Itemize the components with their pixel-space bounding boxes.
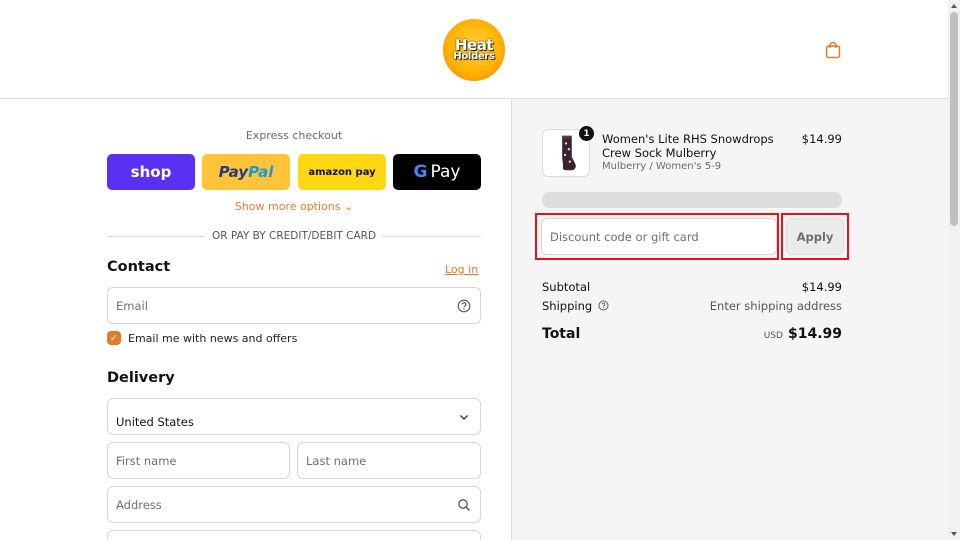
help-circle-icon[interactable] xyxy=(457,299,471,313)
subtotal-row: Subtotal $14.99 xyxy=(542,280,842,294)
help-circle-icon[interactable] xyxy=(598,300,609,311)
show-more-label: Show more options xyxy=(234,200,341,213)
page-scrollbar[interactable] xyxy=(948,0,960,540)
site-header: Heat Holders xyxy=(0,0,948,99)
search-icon[interactable] xyxy=(457,498,471,512)
loading-placeholder-bar xyxy=(542,192,842,208)
shipping-label-group: Shipping xyxy=(542,299,609,313)
express-checkout-label: Express checkout xyxy=(245,129,343,142)
paypal-label-pay: Pay xyxy=(218,163,249,181)
first-name-field[interactable] xyxy=(107,442,290,479)
country-value: United States xyxy=(116,415,194,429)
log-in-link[interactable]: Log in xyxy=(445,263,478,276)
newsletter-checkbox[interactable]: ✓ xyxy=(107,331,121,345)
logo-text-line2: Holders xyxy=(453,51,495,63)
subtotal-label: Subtotal xyxy=(542,280,591,294)
google-pay-button[interactable]: G Pay xyxy=(393,154,481,190)
shopping-bag-icon[interactable] xyxy=(823,40,843,60)
scrollbar-thumb[interactable] xyxy=(950,12,958,226)
product-variant: Mulberry / Women's 5-9 xyxy=(602,161,722,172)
last-name-field[interactable] xyxy=(297,442,481,479)
contact-heading: Contact xyxy=(107,259,171,275)
newsletter-label: Email me with news and offers xyxy=(128,331,298,345)
show-more-options-link[interactable]: Show more options ⌄ xyxy=(107,200,481,213)
shop-pay-label: shop xyxy=(130,163,172,181)
next-field[interactable] xyxy=(107,530,481,540)
email-field[interactable] xyxy=(107,287,481,324)
currency-code: USD xyxy=(763,331,783,341)
total-value: $14.99 xyxy=(787,326,842,342)
apply-discount-button[interactable]: Apply xyxy=(786,218,844,255)
shipping-label: Shipping xyxy=(542,299,593,313)
google-pay-label: Pay xyxy=(430,162,461,182)
amazon-pay-label: amazon pay xyxy=(308,166,376,178)
total-label: Total xyxy=(542,326,581,342)
email-input[interactable] xyxy=(116,298,472,313)
product-price: $14.99 xyxy=(801,132,842,146)
scroll-down-arrow-icon[interactable] xyxy=(951,532,957,536)
paypal-button[interactable]: Pay Pal xyxy=(202,154,290,190)
delivery-heading: Delivery xyxy=(107,370,175,386)
subtotal-value: $14.99 xyxy=(801,280,842,294)
amazon-pay-button[interactable]: amazon pay xyxy=(298,154,386,190)
heat-holders-logo[interactable]: Heat Holders xyxy=(443,19,505,81)
chevron-down-icon: ⌄ xyxy=(343,200,354,213)
total-row: Total USD $14.99 xyxy=(542,326,842,342)
paypal-label-pal: Pal xyxy=(248,163,274,181)
first-name-input[interactable] xyxy=(116,453,281,468)
last-name-input[interactable] xyxy=(306,453,472,468)
discount-code-field[interactable] xyxy=(541,218,777,255)
chevron-down-icon xyxy=(460,414,468,420)
discount-code-input[interactable] xyxy=(550,229,768,244)
total-amount-group: USD $14.99 xyxy=(764,326,842,342)
shop-pay-button[interactable]: shop xyxy=(107,154,195,190)
shipping-row: Shipping Enter shipping address xyxy=(542,299,842,313)
shipping-value: Enter shipping address xyxy=(709,299,842,313)
product-name: Women's Lite RHS Snowdrops Crew Sock Mul… xyxy=(602,132,774,160)
address-field[interactable] xyxy=(107,486,481,523)
divider-right xyxy=(382,236,481,237)
scroll-up-arrow-icon[interactable] xyxy=(951,4,957,8)
address-input[interactable] xyxy=(116,497,472,512)
quantity-badge: 1 xyxy=(579,126,594,141)
newsletter-checkbox-row[interactable]: ✓ Email me with news and offers xyxy=(107,331,297,345)
google-g-icon: G xyxy=(413,162,428,182)
